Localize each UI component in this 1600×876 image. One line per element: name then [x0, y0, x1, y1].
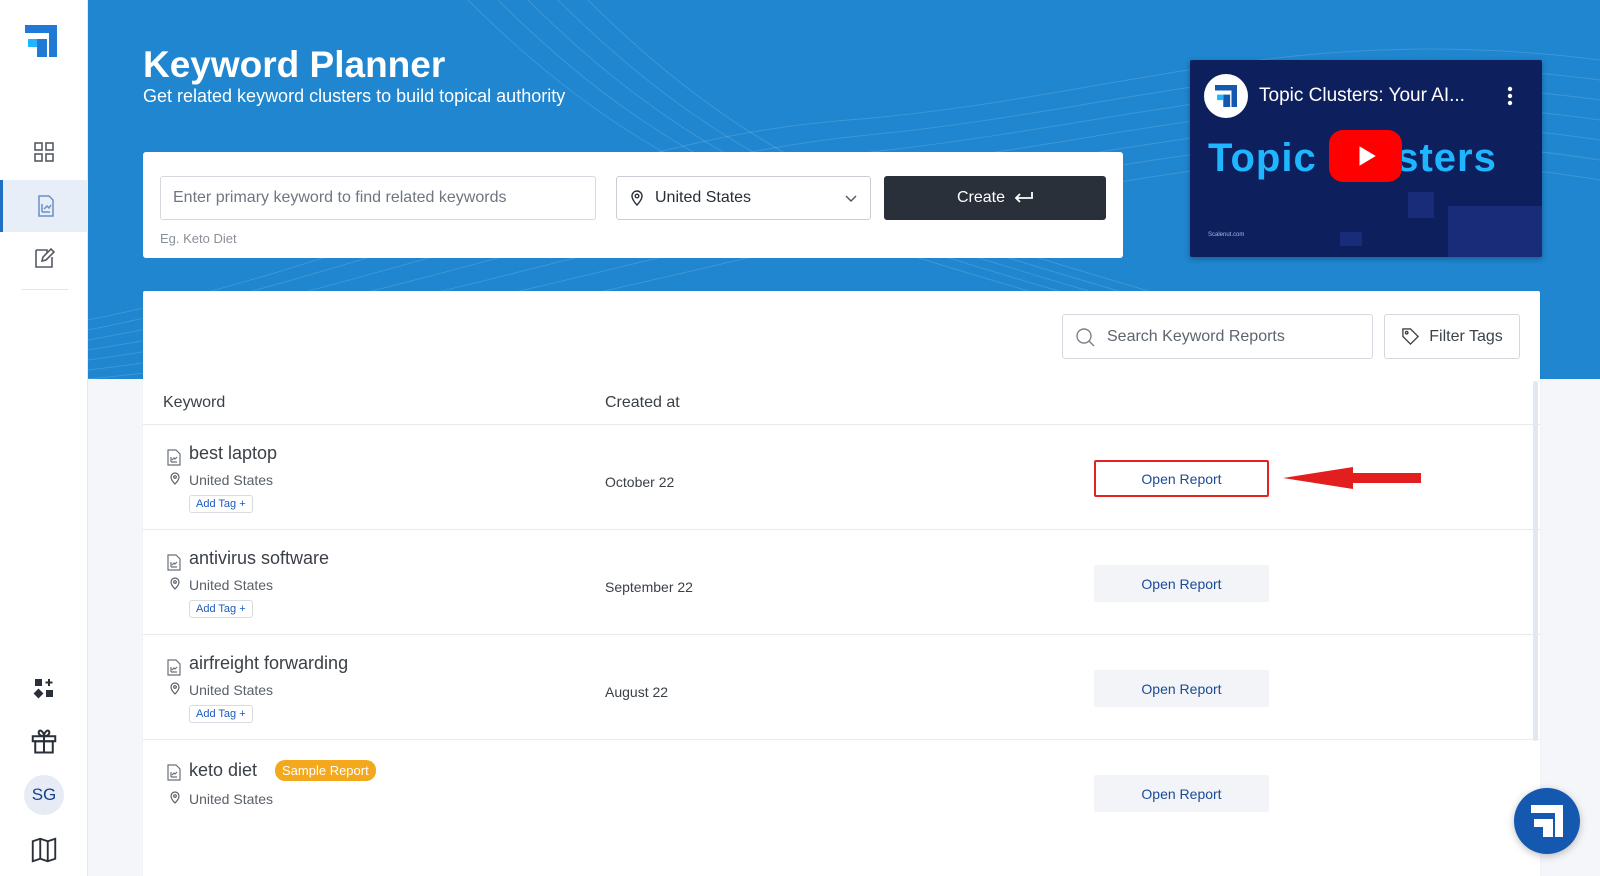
column-header-created-at: Created at: [605, 394, 680, 411]
row-created-at: September 22: [605, 579, 693, 595]
user-avatar[interactable]: SG: [24, 775, 64, 815]
row-location: United States: [189, 682, 274, 698]
open-report-button[interactable]: Open Report: [1094, 460, 1269, 497]
more-vertical-icon[interactable]: [1500, 84, 1520, 108]
scrollbar-thumb[interactable]: [1533, 381, 1538, 741]
sidebar-item-help[interactable]: [0, 824, 88, 876]
book-icon: [31, 837, 57, 863]
open-report-button[interactable]: Open Report: [1094, 565, 1269, 602]
report-document-icon: [167, 554, 181, 571]
open-report-button[interactable]: Open Report: [1094, 670, 1269, 707]
chevron-down-icon: [845, 195, 857, 202]
table-row: keto diet Sample Report United States Op…: [143, 739, 1540, 846]
row-keyword[interactable]: keto diet: [189, 760, 257, 781]
dashboard-grid-icon: [34, 142, 54, 162]
video-channel-logo[interactable]: [1204, 74, 1248, 118]
create-button-label: Create: [956, 189, 1006, 206]
row-keyword[interactable]: airfreight forwarding: [189, 653, 348, 674]
sidebar-item-gift[interactable]: [0, 714, 88, 766]
video-title[interactable]: Topic Clusters: Your AI...: [1259, 85, 1465, 107]
report-document-icon: [167, 449, 181, 466]
page-subtitle: Get related keyword clusters to build to…: [143, 86, 566, 106]
add-tag-button[interactable]: Add Tag +: [189, 600, 253, 618]
apps-add-icon: [33, 679, 53, 699]
location-pin-icon: [170, 791, 180, 804]
play-icon: [1359, 146, 1376, 166]
sidebar-item-editor[interactable]: [0, 232, 88, 284]
create-button[interactable]: Create: [884, 176, 1106, 220]
page-title: Keyword Planner: [143, 44, 446, 85]
row-created-at: August 22: [605, 684, 669, 700]
report-search-input[interactable]: [1107, 327, 1357, 346]
video-player[interactable]: Topic Clusters: Your AI... Topic Cluster…: [1190, 60, 1542, 257]
filter-tags-button[interactable]: Filter Tags: [1384, 314, 1520, 359]
row-location: United States: [189, 472, 274, 488]
sidebar-item-apps[interactable]: [0, 662, 88, 714]
row-created-at: October 22: [605, 474, 675, 490]
column-header-keyword: Keyword: [163, 394, 226, 411]
row-keyword[interactable]: best laptop: [189, 443, 277, 464]
primary-keyword-input[interactable]: [160, 176, 596, 220]
sidebar-item-dashboard[interactable]: [0, 126, 88, 178]
report-document-icon: [167, 764, 181, 781]
table-row: antivirus software United States Add Tag…: [143, 529, 1540, 636]
sidebar-divider: [22, 289, 68, 290]
country-select[interactable]: United States: [616, 176, 871, 220]
location-pin-icon: [170, 682, 180, 695]
gift-icon: [31, 729, 57, 754]
scalenut-logo-icon: [1215, 85, 1237, 107]
sample-report-badge: Sample Report: [275, 760, 376, 781]
create-report-card: United States Create Eg. Keto Diet: [143, 152, 1123, 258]
edit-document-icon: [35, 247, 56, 268]
table-row: airfreight forwarding United States Add …: [143, 634, 1540, 741]
report-document-icon: [167, 659, 181, 676]
video-decor-block: [1448, 206, 1542, 257]
row-location: United States: [189, 791, 274, 807]
add-tag-button[interactable]: Add Tag +: [189, 705, 253, 723]
search-icon: [1076, 327, 1095, 346]
location-pin-icon: [170, 577, 180, 590]
reports-panel: Filter Tags Keyword Created at best lapt…: [143, 291, 1540, 876]
row-location: United States: [189, 577, 274, 593]
floating-assistant-button[interactable]: [1514, 788, 1580, 854]
open-report-button[interactable]: Open Report: [1094, 775, 1269, 812]
sidebar: SG: [0, 0, 88, 876]
video-decor-block: [1340, 232, 1362, 246]
scalenut-logo-icon: [1531, 805, 1563, 837]
annotation-arrow-icon: [1283, 467, 1421, 489]
video-decor-block: [1408, 192, 1434, 218]
country-select-value: United States: [655, 189, 752, 206]
location-pin-icon: [170, 472, 180, 485]
play-button[interactable]: [1329, 130, 1402, 182]
filter-tags-label: Filter Tags: [1429, 327, 1503, 345]
chart-report-icon: [37, 195, 54, 217]
sidebar-item-keyword-planner[interactable]: [0, 180, 88, 232]
tag-icon: [1402, 328, 1420, 346]
video-footer-text: Scalenut.com: [1208, 232, 1245, 238]
report-search-box[interactable]: [1062, 314, 1373, 359]
enter-arrow-icon: [1014, 192, 1033, 203]
scalenut-logo[interactable]: [25, 25, 57, 57]
add-tag-button[interactable]: Add Tag +: [189, 495, 253, 513]
example-hint: Eg. Keto Diet: [160, 231, 237, 246]
row-keyword[interactable]: antivirus software: [189, 548, 329, 569]
location-pin-icon: [631, 190, 643, 206]
